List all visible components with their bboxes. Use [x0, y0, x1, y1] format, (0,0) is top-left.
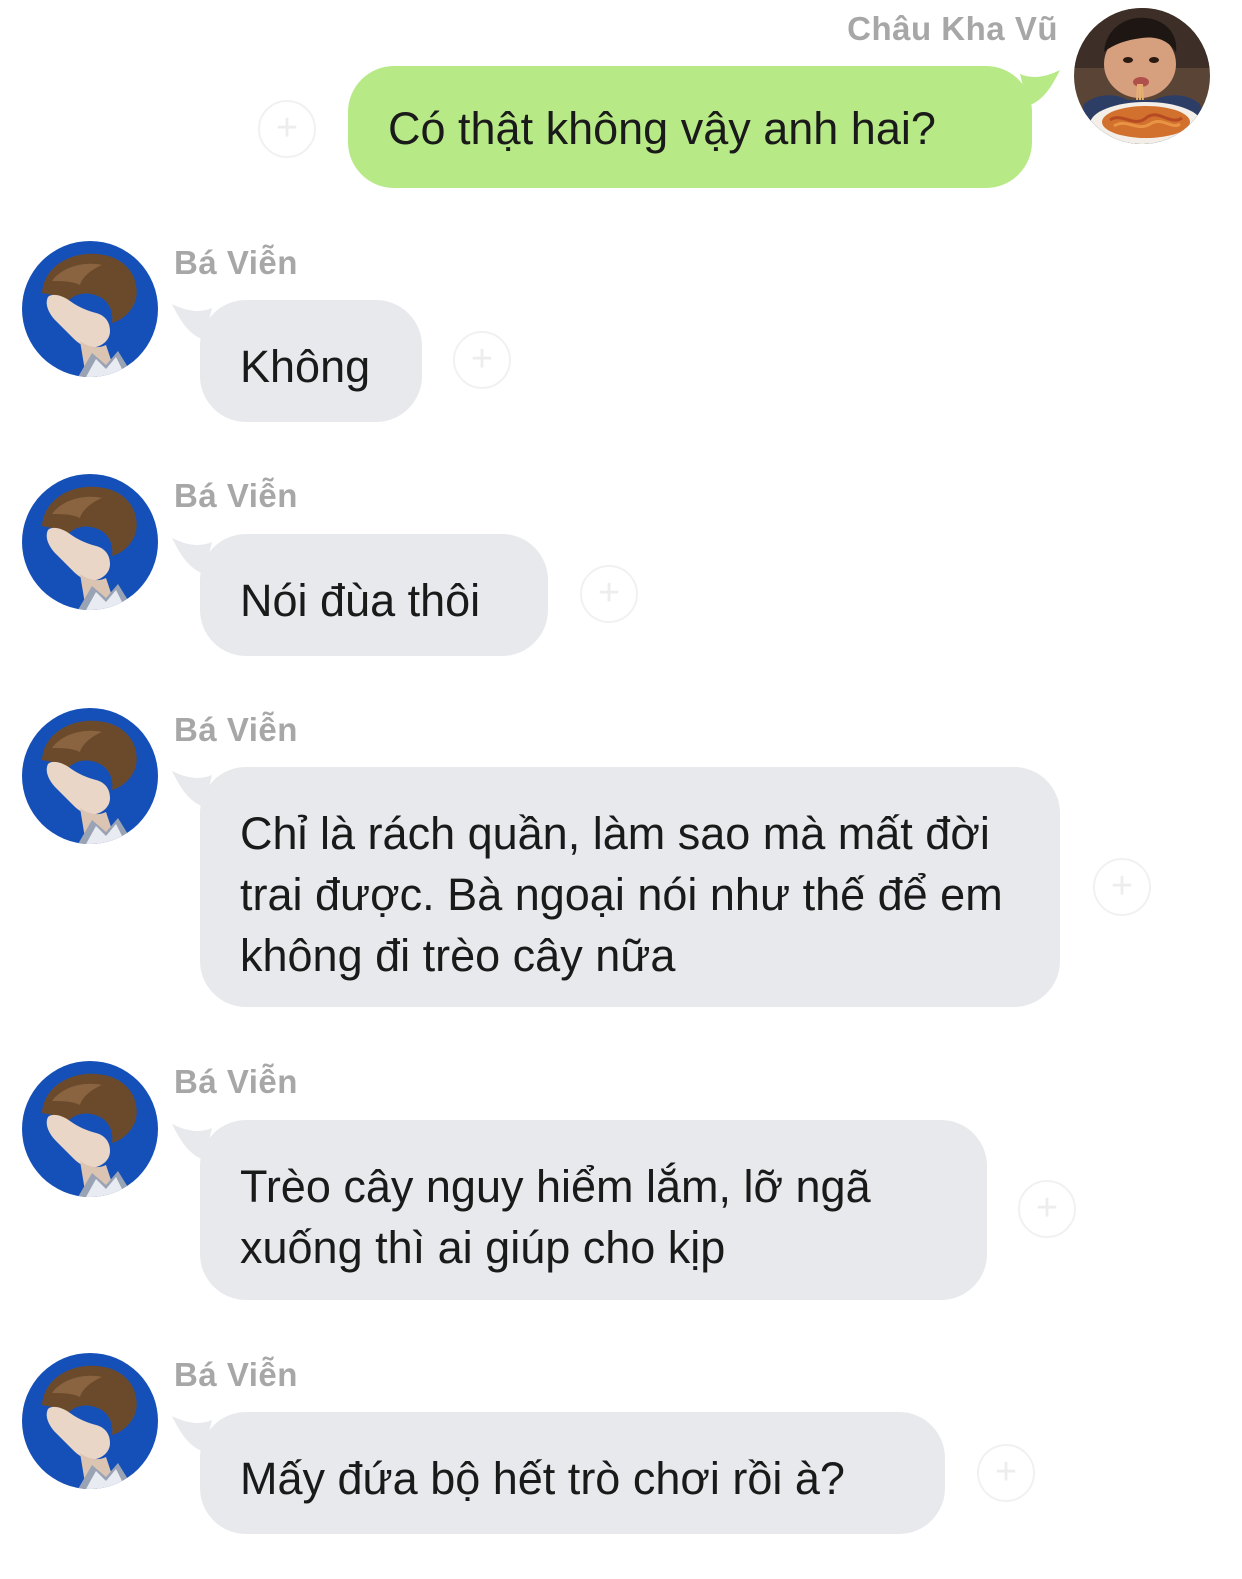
message-text: Có thật không vậy anh hai?: [388, 103, 936, 154]
sender-name-contact: Bá Viễn: [174, 711, 298, 748]
profile-portrait-avatar-icon: [22, 1061, 158, 1197]
avatar-contact[interactable]: [22, 1061, 158, 1197]
sender-name-contact: Bá Viễn: [174, 1356, 298, 1393]
bubble-tail: [172, 1124, 212, 1160]
message-text: Nói đùa thôi: [240, 575, 481, 626]
add-reaction-icon[interactable]: +: [1093, 858, 1151, 916]
message-bubble-incoming[interactable]: Mấy đứa bộ hết trò chơi rồi à?: [172, 1412, 945, 1534]
add-reaction-icon[interactable]: +: [258, 100, 316, 158]
message-bubble-outgoing[interactable]: Có thật không vậy anh hai?: [348, 66, 1060, 188]
add-reaction-icon[interactable]: +: [1018, 1180, 1076, 1238]
profile-portrait-avatar-icon: [22, 1353, 158, 1489]
bubble-tail: [172, 1416, 212, 1452]
message-text: Chỉ là rách quần, làm sao mà mất đời tra…: [240, 808, 1003, 981]
avatar-self[interactable]: [1074, 8, 1210, 144]
bubble-tail: [1020, 70, 1060, 106]
message-text: Không: [240, 341, 371, 392]
sender-name-self: Châu Kha Vũ: [847, 10, 1058, 47]
bubble-tail: [172, 771, 212, 807]
bubble-tail: [172, 538, 212, 574]
message-text: Trèo cây nguy hiểm lắm, lỡ ngã xuống thì…: [240, 1161, 871, 1273]
profile-portrait-avatar-icon: [22, 474, 158, 610]
add-reaction-icon[interactable]: +: [580, 565, 638, 623]
profile-portrait-avatar-icon: [22, 708, 158, 844]
avatar-contact[interactable]: [22, 1353, 158, 1489]
sender-name-contact: Bá Viễn: [174, 244, 298, 281]
avatar-contact[interactable]: [22, 474, 158, 610]
message-bubble-incoming[interactable]: Chỉ là rách quần, làm sao mà mất đời tra…: [172, 767, 1060, 1007]
child-eating-spaghetti-avatar-icon: [1074, 8, 1210, 144]
avatar-contact[interactable]: [22, 241, 158, 377]
sender-name-contact: Bá Viễn: [174, 477, 298, 514]
add-reaction-icon[interactable]: +: [453, 331, 511, 389]
message-bubble-incoming[interactable]: Nói đùa thôi: [172, 534, 548, 656]
sender-name-contact: Bá Viễn: [174, 1063, 298, 1100]
add-reaction-icon[interactable]: +: [977, 1444, 1035, 1502]
profile-portrait-avatar-icon: [22, 241, 158, 377]
message-text: Mấy đứa bộ hết trò chơi rồi à?: [240, 1453, 845, 1504]
message-bubble-incoming[interactable]: Không: [172, 300, 422, 422]
message-bubble-incoming[interactable]: Trèo cây nguy hiểm lắm, lỡ ngã xuống thì…: [172, 1120, 987, 1300]
avatar-contact[interactable]: [22, 708, 158, 844]
bubble-tail: [172, 304, 212, 340]
